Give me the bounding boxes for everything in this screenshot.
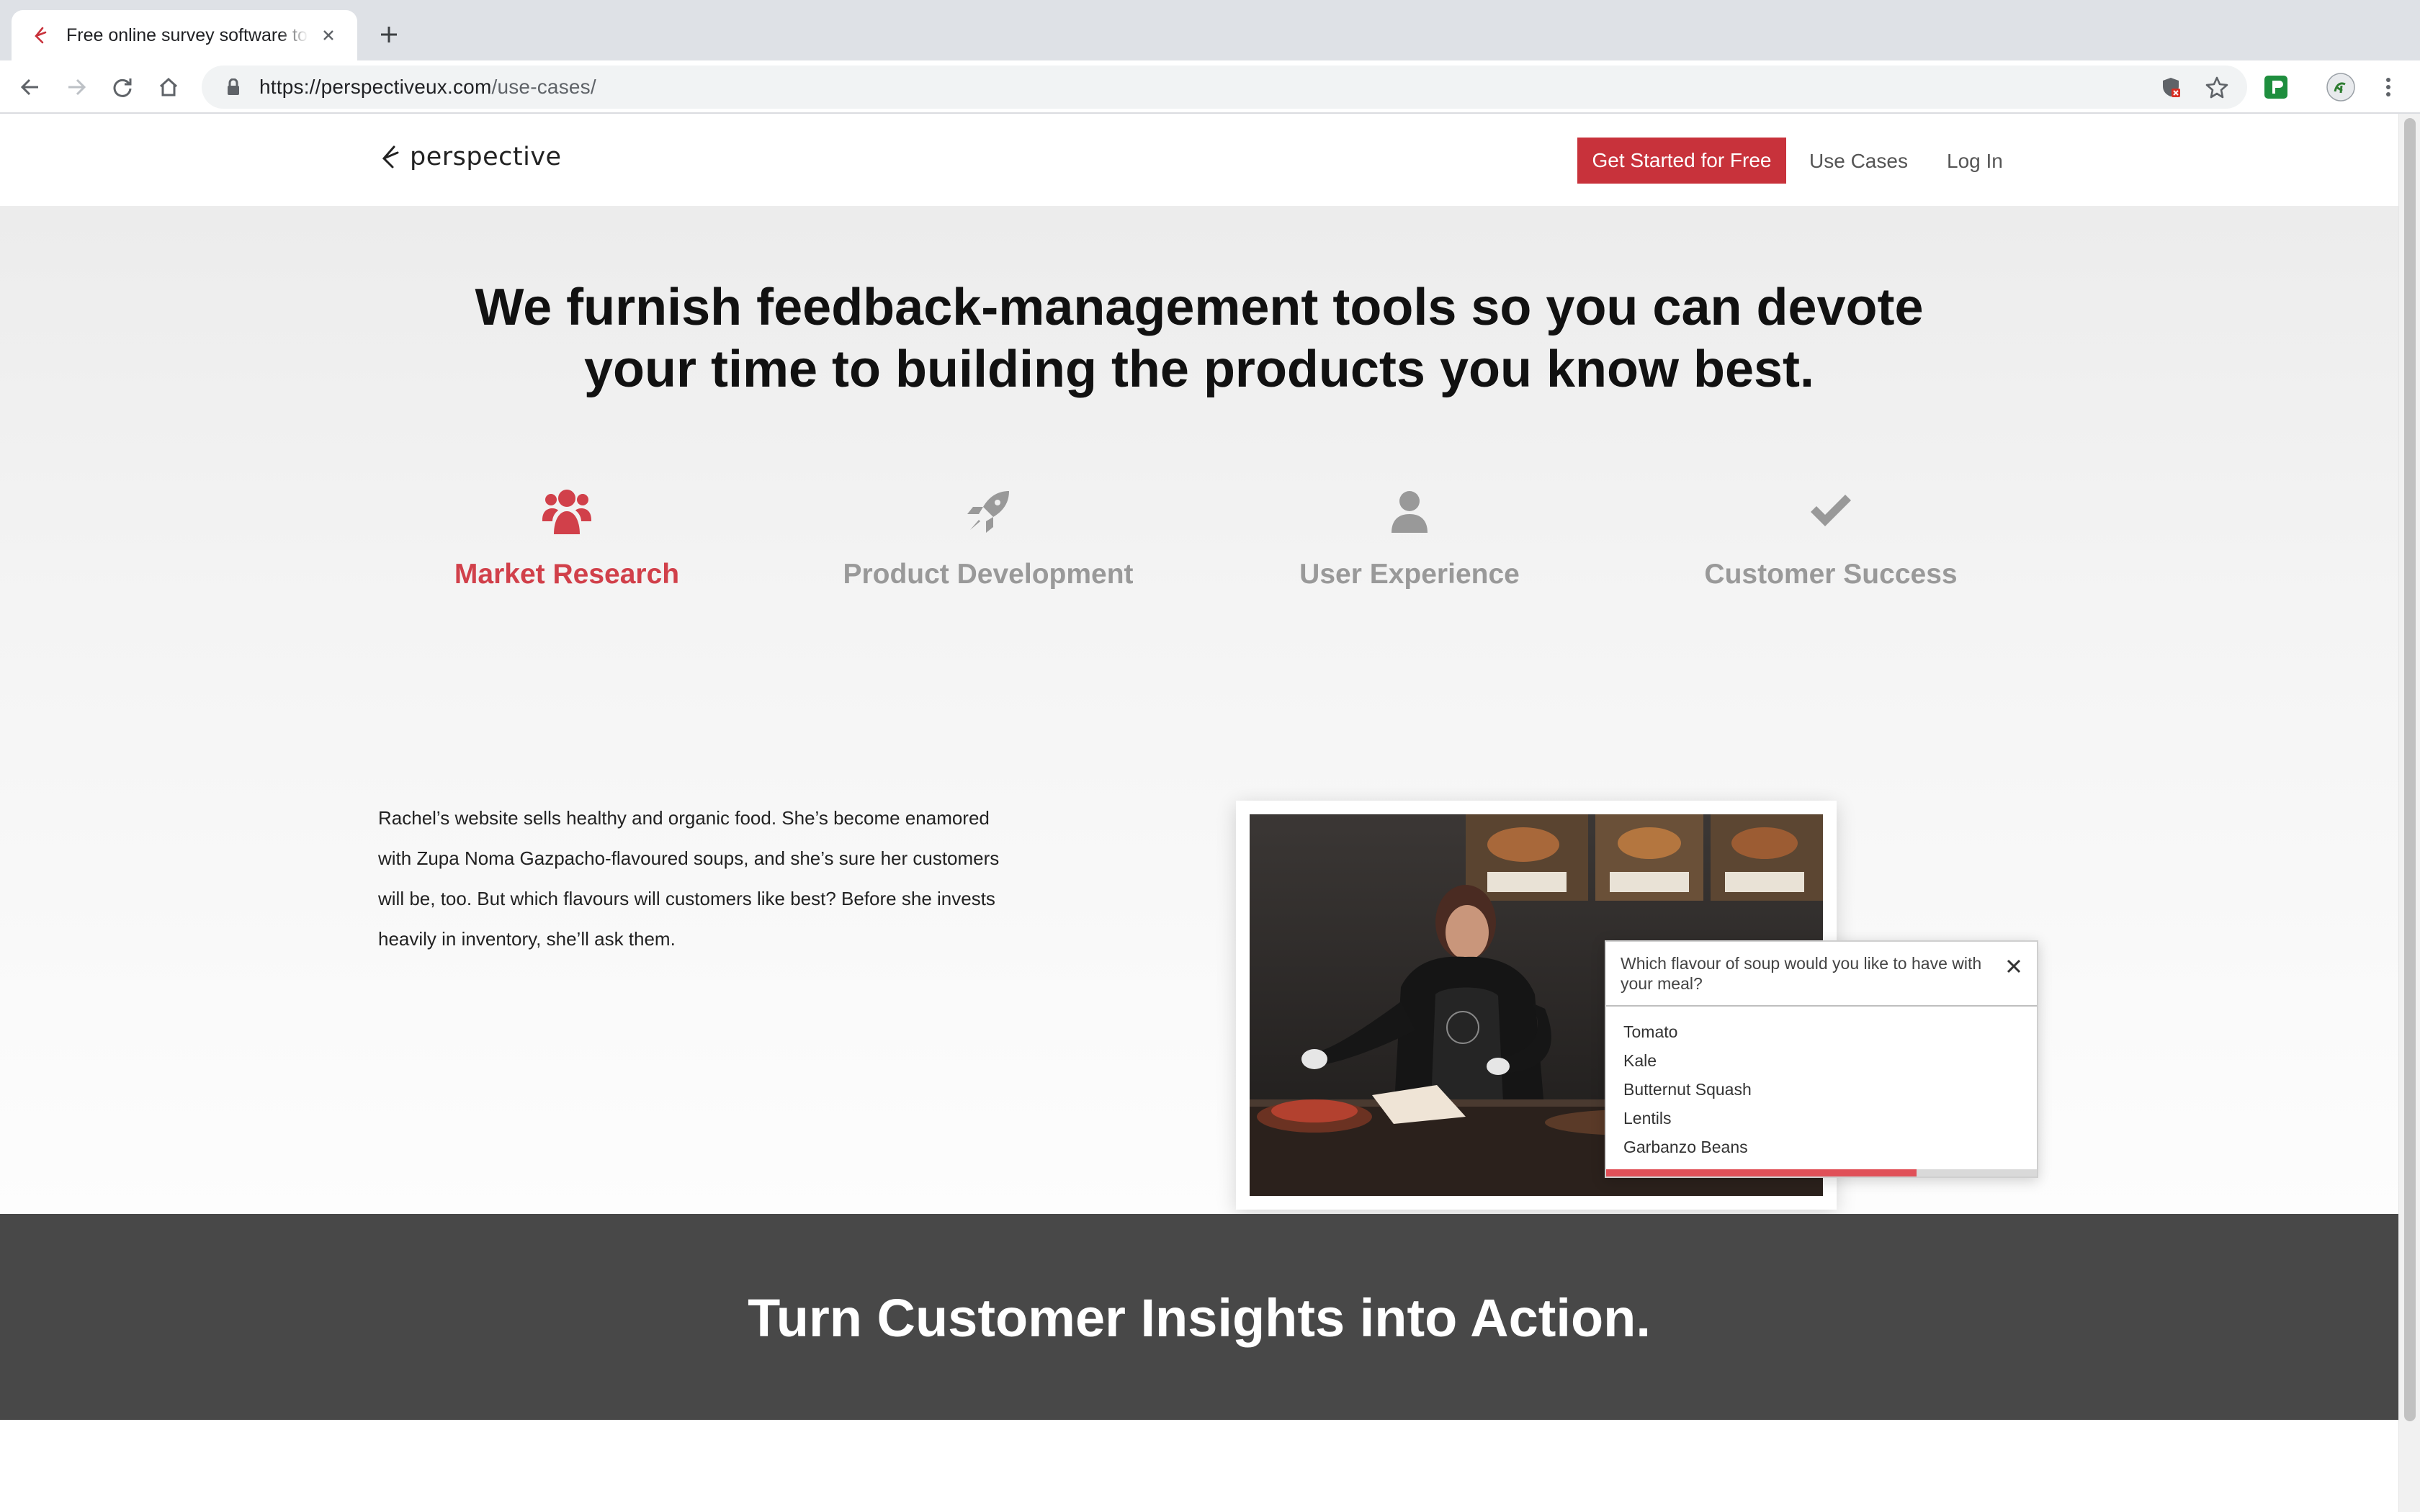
logo-mark-icon — [382, 145, 399, 168]
survey-option[interactable]: Butternut Squash — [1623, 1080, 1752, 1099]
page-viewport: perspective Get Started for Free Use Cas… — [0, 114, 2398, 1512]
new-tab-icon[interactable] — [375, 20, 403, 49]
profile-avatar-icon[interactable] — [2326, 73, 2355, 102]
survey-option[interactable]: Lentils — [1623, 1109, 1671, 1128]
banner-heading: Turn Customer Insights into Action. — [748, 1288, 1651, 1348]
tab-product-development[interactable]: Product Development — [808, 480, 1168, 590]
scrollbar-thumb[interactable] — [2404, 118, 2416, 1421]
bookmark-star-icon[interactable] — [2202, 73, 2231, 102]
rocket-icon — [808, 480, 1168, 544]
cta-banner: Turn Customer Insights into Action. — [0, 1214, 2398, 1420]
tab-market-research[interactable]: Market Research — [387, 480, 747, 590]
users-icon — [387, 480, 747, 544]
site-logo[interactable]: perspective — [378, 143, 562, 171]
get-started-button[interactable]: Get Started for Free — [1577, 138, 1786, 184]
hero-headline: We furnish feedback-management tools so … — [475, 279, 1924, 398]
reload-icon[interactable] — [108, 73, 137, 102]
logo-text: perspective — [410, 143, 562, 171]
category-label: User Experience — [1299, 559, 1520, 590]
home-icon[interactable] — [154, 73, 183, 102]
survey-divider — [1606, 1005, 2037, 1007]
browser-tab[interactable]: Free online survey software to — [12, 10, 357, 60]
browser-toolbar: https://perspectiveux.com/use-cases/ — [0, 60, 2420, 114]
tab-customer-success[interactable]: Customer Success — [1651, 480, 2011, 590]
tab-user-experience[interactable]: User Experience — [1229, 480, 1590, 590]
survey-popup: Which flavour of soup would you like to … — [1605, 940, 2038, 1178]
browser-menu-icon[interactable] — [2374, 73, 2403, 102]
site-favicon-icon — [29, 24, 52, 47]
back-icon[interactable] — [16, 73, 45, 102]
hero-section: We furnish feedback-management tools so … — [0, 206, 2398, 1214]
user-icon — [1229, 480, 1590, 544]
close-tab-icon[interactable] — [317, 24, 340, 47]
survey-progress-fill — [1606, 1169, 1917, 1176]
address-bar[interactable]: https://perspectiveux.com/use-cases/ — [202, 66, 2247, 109]
forward-icon[interactable] — [62, 73, 91, 102]
category-label: Market Research — [454, 559, 680, 590]
survey-progress-bar — [1606, 1169, 2037, 1176]
browser-tab-strip: Free online survey software to — [0, 0, 2420, 60]
use-case-story: Rachel’s website sells healthy and organ… — [378, 807, 1000, 950]
checkmark-icon — [1651, 480, 2011, 544]
tab-title: Free online survey software to — [66, 24, 308, 45]
survey-question: Which flavour of soup would you like to … — [1621, 954, 1982, 993]
survey-option[interactable]: Tomato — [1623, 1022, 1677, 1042]
close-icon[interactable] — [2001, 953, 2027, 979]
url-text: https://perspectiveux.com/use-cases/ — [259, 76, 596, 98]
category-label: Product Development — [843, 559, 1134, 590]
nav-log-in-link[interactable]: Log In — [1947, 150, 2003, 173]
extension-icon[interactable] — [2262, 73, 2290, 102]
site-header: perspective Get Started for Free Use Cas… — [0, 114, 2398, 206]
survey-option[interactable]: Kale — [1623, 1051, 1657, 1071]
blocked-content-icon[interactable] — [2156, 73, 2185, 102]
category-label: Customer Success — [1704, 559, 1958, 590]
survey-option[interactable]: Garbanzo Beans — [1623, 1138, 1748, 1157]
nav-use-cases-link[interactable]: Use Cases — [1809, 150, 1908, 173]
page-scrollbar[interactable] — [2398, 114, 2420, 1512]
lock-icon[interactable] — [223, 77, 243, 97]
